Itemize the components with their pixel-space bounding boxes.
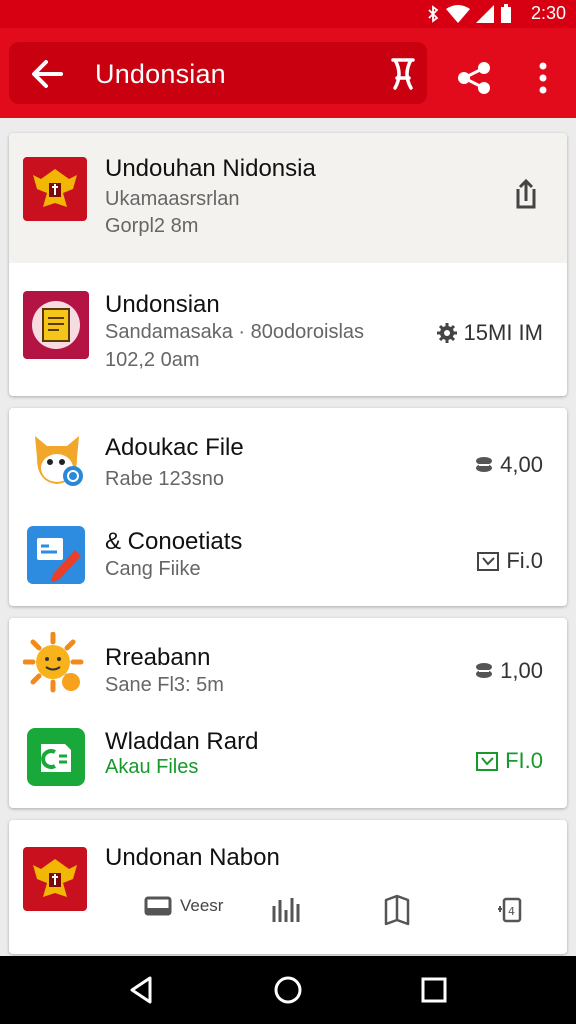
edit-app-icon <box>27 526 85 584</box>
toolbar-item-label: Veesr <box>180 896 224 915</box>
item-detail: 102,2 0am <box>105 349 200 371</box>
toolbar-item-view[interactable]: Veesr <box>144 894 223 918</box>
item-meta: FI.0 <box>475 748 543 774</box>
item-title: Adoukac File <box>105 434 244 461</box>
share-export-icon[interactable] <box>509 177 539 211</box>
files-app-icon <box>27 728 85 786</box>
nav-home-button[interactable] <box>268 972 308 1008</box>
item-title: Undouhan Nidonsia <box>105 155 316 182</box>
item-title: Undonan Nabon <box>105 844 280 871</box>
item-title: & Conoetiats <box>105 528 243 555</box>
window-icon <box>144 896 172 916</box>
battery-icon <box>501 4 511 23</box>
more-options-button[interactable] <box>528 56 558 100</box>
document-app-icon <box>23 291 89 359</box>
item-detail: Gorpl2 8m <box>105 215 199 237</box>
toolbar-item-map[interactable] <box>382 894 412 926</box>
item-subtitle: Sandamasaka · 80odoroislas <box>105 321 365 343</box>
list-item[interactable]: Undouhan Nidonsia Ukamaasrsrlan Gorpl2 8… <box>9 133 567 263</box>
checkbox-icon <box>477 552 500 571</box>
meta-text: Fi.0 <box>506 548 543 573</box>
card-3: Rreabann Sane Fl3: 5m 1,00 Wladdan Rard … <box>9 618 567 808</box>
card-2: Adoukac File Rabe 123sno 4,00 & Conoetia… <box>9 408 567 606</box>
wifi-icon <box>446 5 470 23</box>
list-item[interactable]: Rreabann Sane Fl3: 5m 1,00 <box>9 618 567 714</box>
back-button[interactable] <box>27 56 71 92</box>
list-item[interactable]: & Conoetiats Cang Fiike Fi.0 <box>9 508 567 606</box>
stats-icon <box>272 898 300 922</box>
coin-icon <box>476 457 493 472</box>
list-item[interactable]: Adoukac File Rabe 123sno 4,00 <box>9 408 567 508</box>
more-vert-icon <box>539 62 547 94</box>
share-button[interactable] <box>450 56 498 100</box>
meta-text: 4,00 <box>500 452 543 477</box>
nav-recents-button[interactable] <box>414 972 454 1008</box>
sun-app-icon <box>23 632 84 693</box>
item-meta: 4,00 <box>474 452 543 478</box>
bookmark-icon <box>391 58 415 90</box>
square-recents-icon <box>421 977 447 1003</box>
bookmark-button[interactable] <box>383 56 423 92</box>
map-icon <box>384 894 410 926</box>
circle-home-icon <box>274 976 302 1004</box>
svg-text:4: 4 <box>508 905 515 918</box>
item-title: Undonsian <box>105 291 220 318</box>
bottom-toolbar: Veesr 4 <box>120 880 560 950</box>
item-subtitle: Sane Fl3: 5m <box>105 674 224 696</box>
card-1: Undouhan Nidonsia Ukamaasrsrlan Gorpl2 8… <box>9 133 567 396</box>
mascot-app-icon <box>35 436 83 486</box>
title-field[interactable]: Undonsian <box>9 42 427 104</box>
meta-text: 15MI IM <box>463 320 543 345</box>
item-meta: 1,00 <box>474 658 543 684</box>
item-title: Wladdan Rard <box>105 728 259 755</box>
nav-back-button[interactable] <box>122 972 162 1008</box>
arrow-left-icon <box>32 60 63 88</box>
item-subtitle: Rabe 123sno <box>105 468 224 490</box>
coin-icon <box>476 663 493 678</box>
item-subtitle: Cang Fiike <box>105 558 201 580</box>
triangle-back-icon <box>130 976 152 1004</box>
item-subtitle: Ukamaasrsrlan <box>105 188 240 210</box>
meta-text: 1,00 <box>500 658 543 683</box>
item-meta: Fi.0 <box>476 548 543 574</box>
list-item[interactable]: Wladdan Rard Akau Files FI.0 <box>9 714 567 808</box>
signal-icon <box>476 5 494 23</box>
status-time: 2:30 <box>530 3 566 23</box>
item-meta: 15MI IM <box>436 320 543 346</box>
rotate-device-icon: 4 <box>498 897 522 923</box>
share-icon <box>458 62 490 94</box>
toolbar-item-rotate[interactable]: 4 <box>496 894 526 924</box>
garuda-emblem-icon <box>23 157 87 221</box>
item-subtitle: Akau Files <box>105 756 199 778</box>
page-title: Undonsian <box>95 59 226 89</box>
checkbox-icon <box>476 752 499 771</box>
garuda-emblem-icon <box>23 847 87 911</box>
app-bar: Undonsian <box>0 28 576 118</box>
toolbar-item-stats[interactable] <box>270 894 304 924</box>
system-nav-bar <box>0 956 576 1024</box>
item-title: Rreabann <box>105 644 211 671</box>
status-bar: 2:30 <box>0 0 576 28</box>
gear-icon <box>436 323 457 343</box>
list-item[interactable]: Undonsian Sandamasaka · 80odoroislas 102… <box>9 263 567 396</box>
meta-text: FI.0 <box>505 748 543 773</box>
bluetooth-icon <box>428 5 439 23</box>
